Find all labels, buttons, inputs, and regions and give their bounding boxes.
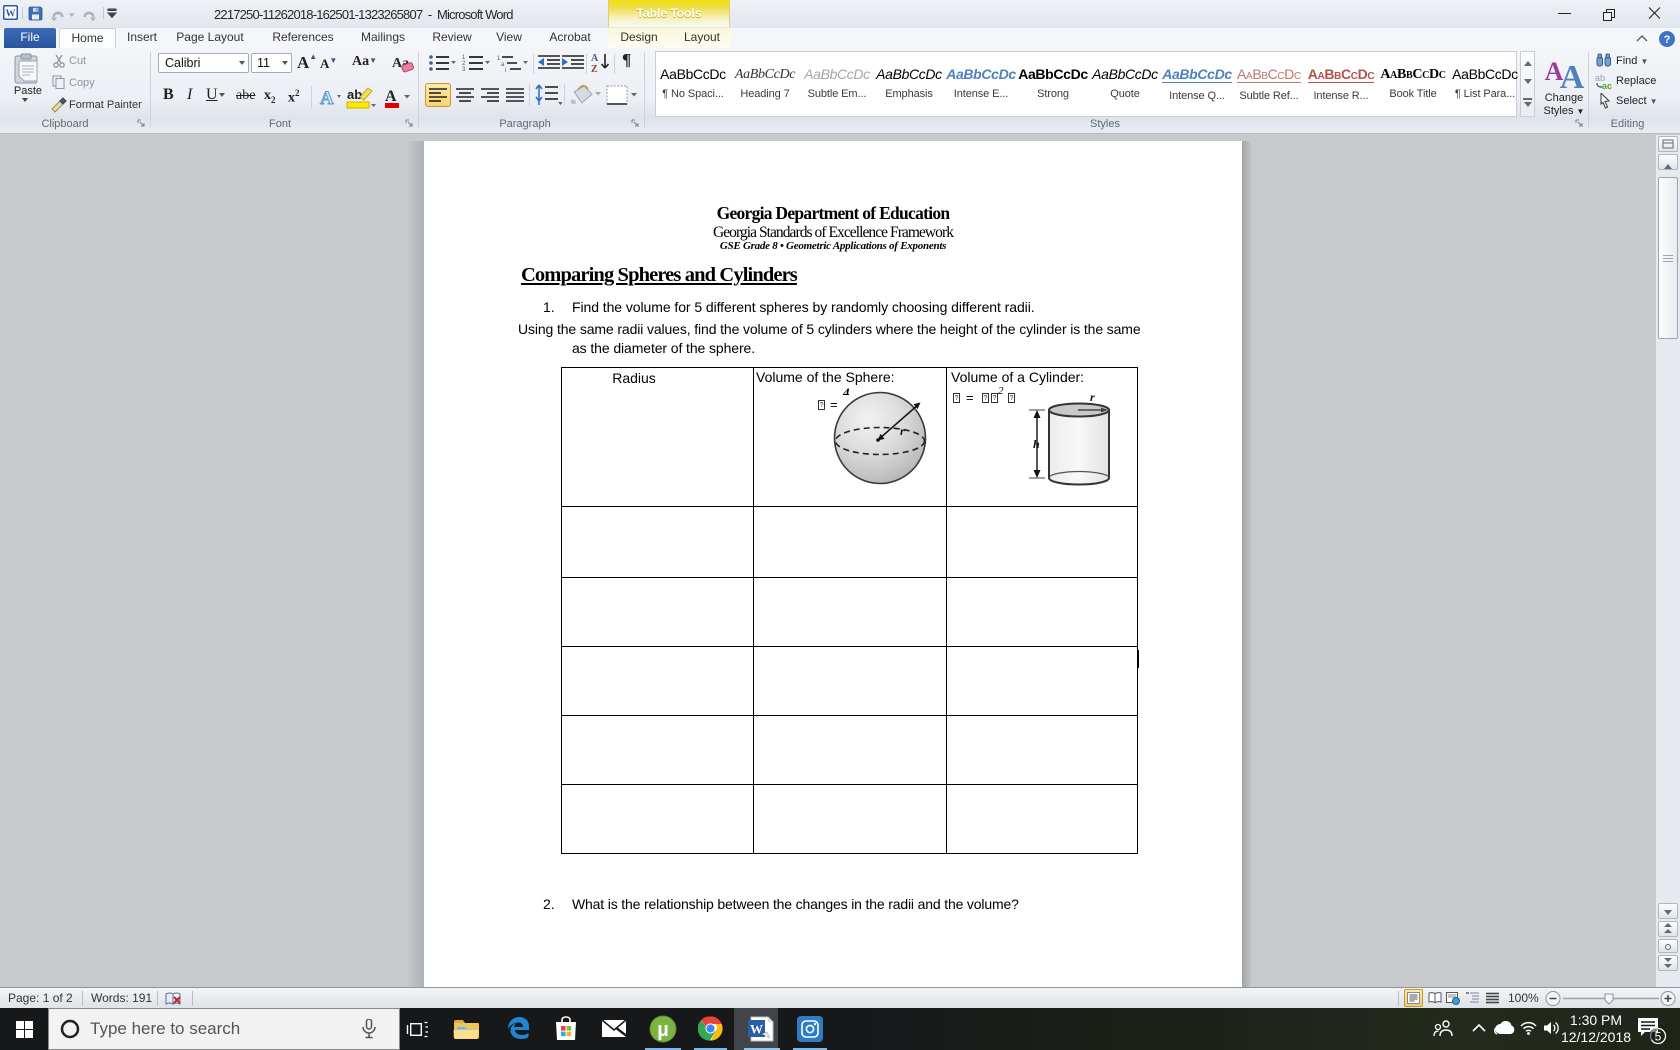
svg-text:?: ? bbox=[1664, 34, 1671, 46]
svg-text:Z: Z bbox=[591, 64, 598, 74]
svg-text:A: A bbox=[591, 53, 599, 64]
svg-text:i: i bbox=[505, 68, 506, 72]
svg-text:A: A bbox=[1560, 59, 1585, 92]
svg-text:W: W bbox=[6, 9, 16, 20]
svg-text:A: A bbox=[385, 88, 397, 105]
svg-text:µ: µ bbox=[657, 1019, 669, 1041]
svg-text:W: W bbox=[750, 1022, 763, 1037]
svg-text:5: 5 bbox=[1655, 1030, 1662, 1044]
svg-text:r: r bbox=[900, 424, 905, 438]
svg-text:h: h bbox=[1033, 437, 1040, 451]
svg-text:ac: ac bbox=[1602, 81, 1612, 90]
svg-text:r: r bbox=[1090, 390, 1095, 404]
svg-text:ab: ab bbox=[347, 87, 362, 102]
svg-text:A: A bbox=[320, 88, 334, 109]
svg-text:3: 3 bbox=[462, 67, 466, 72]
